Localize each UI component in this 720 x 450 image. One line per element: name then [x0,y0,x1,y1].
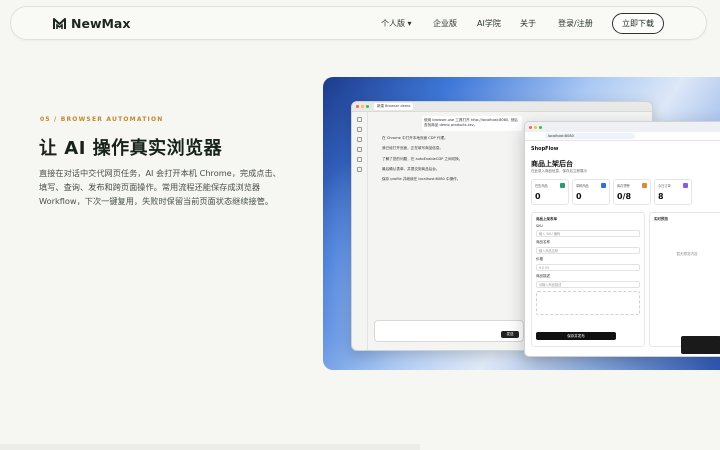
stat-icon [601,183,606,188]
maximize-dot-icon[interactable] [366,105,369,108]
browser-tabbar [525,122,720,132]
field-label: 商品名称 [536,240,550,244]
stat-value: 0 [535,192,541,201]
stat-value: 0 [576,192,582,201]
logo-icon[interactable] [357,117,362,122]
stat-value: 8 [658,192,664,201]
description-input[interactable]: 请输入商品描述 [536,281,640,288]
stat-value: 0/8 [617,192,632,201]
browser-automation-screenshot: 新建 Browser demo 使用 browser-use 工具打开 http… [323,77,720,370]
minimize-dot-icon[interactable] [361,105,364,108]
folder-icon[interactable] [357,137,362,142]
send-button[interactable]: 发送 [501,331,519,338]
page-title: 商品上架后台 [531,160,573,168]
section-eyebrow: 05 / BROWSER AUTOMATION [40,116,164,123]
nav-link-label: 个人版 [381,19,405,28]
nav-link-personal[interactable]: 个人版 ▾ [381,18,433,29]
stat-card: 库存预警 0/8 [613,179,651,205]
window-titlebar: 新建 Browser demo [352,102,652,112]
stats-row: 在售商品 0 草稿商品 0 库存预警 0/8 今日订单 8 [531,179,692,205]
nav-link-academy[interactable]: AI学院 [477,18,520,29]
minimize-dot-icon[interactable] [534,125,537,129]
page-subtitle: 在此录入商品信息，保存后立即展示 [531,169,587,173]
chat-transcript: 使用 browser-use 工具打开 http://localhost:808… [382,116,522,188]
chat-message: 在 Chrome 中打开本地页面 CDP 代理。 [382,135,448,140]
image-upload-area[interactable] [536,291,640,315]
stat-label: 在售商品 [535,184,548,188]
stat-card: 草稿商品 0 [572,179,610,205]
newmax-logo-icon [53,17,66,29]
nav-link-login[interactable]: 登录/注册 [558,18,593,29]
preview-empty-text: 暂无预览内容 [676,252,698,256]
nav-links: 个人版 ▾ 企业版 AI学院 关于 登录/注册 [381,18,593,29]
top-navbar: NewMax 个人版 ▾ 企业版 AI学院 关于 登录/注册 立即下载 [10,6,707,40]
close-dot-icon[interactable] [529,125,532,129]
section-title: 让 AI 操作真实浏览器 [39,138,223,159]
form-title: 商品上架表单 [536,217,557,221]
stat-icon [683,183,688,188]
history-icon[interactable] [357,157,362,162]
status-toast [681,336,720,354]
download-button[interactable]: 立即下载 [612,13,664,34]
live-preview: 实时预览 暂无预览内容 [649,212,720,347]
nav-link-about[interactable]: 关于 [520,18,558,29]
footer-strip [0,444,420,450]
nav-link-enterprise[interactable]: 企业版 [433,18,477,29]
chat-message: 了解了您的问题，在 autoEnableCDP 之间切换。 [382,156,463,161]
stat-label: 库存预警 [617,184,630,188]
browser-window: localhost:8080 ShopFlow 商品上架后台 在此录入商品信息，… [524,121,720,357]
chat-message: 最后确认表单，并提交到商品后台。 [382,167,440,172]
browser-addressbar: localhost:8080 [525,132,720,141]
nav-link-label: 关于 [520,19,536,28]
field-label: 商品描述 [536,274,550,278]
url-input[interactable]: localhost:8080 [545,133,635,139]
settings-icon[interactable] [357,167,362,172]
preview-title: 实时预览 [654,217,668,221]
price-input[interactable]: ¥ 0.00 [536,264,640,271]
chat-composer[interactable]: 发送 [374,320,524,342]
tool-icon[interactable] [357,147,362,152]
brand-name: NewMax [71,16,131,31]
chat-sidebar [352,112,368,350]
stat-card: 今日订单 8 [654,179,692,205]
stat-icon [642,183,647,188]
save-publish-button[interactable]: 保存并发布 [536,332,616,340]
brand-logo[interactable]: NewMax [53,16,130,31]
shop-brand: ShopFlow [531,146,559,152]
section-description: 直接在对话中交代网页任务，AI 会打开本机 Chrome，完成点击、填写、查询、… [39,168,281,206]
stat-card: 在售商品 0 [531,179,569,205]
chat-message: 使用 browser-use 工具打开 http://localhost:808… [422,116,522,131]
nav-link-label: 企业版 [433,19,457,28]
name-input[interactable]: 输入商品名称 [536,247,640,254]
chat-tab[interactable]: 新建 Browser demo [374,103,414,110]
stat-label: 草稿商品 [576,184,589,188]
product-form: 商品上架表单 SKU 输入 SKU 编码 商品名称 输入商品名称 价格 ¥ 0.… [531,212,645,347]
maximize-dot-icon[interactable] [539,125,542,129]
nav-link-label: 登录/注册 [558,19,593,28]
stat-label: 今日订单 [658,184,671,188]
chevron-down-icon: ▾ [407,19,412,28]
stat-icon [560,183,565,188]
sku-input[interactable]: 输入 SKU 编码 [536,230,640,237]
chat-icon[interactable] [357,127,362,132]
chat-message: 我已经打开页面，正在填写商品信息。 [382,146,444,151]
nav-link-label: AI学院 [477,19,501,28]
close-dot-icon[interactable] [356,105,359,108]
field-label: SKU [536,224,543,228]
chat-message: 保存 profile 并继续在 localhost:8080 中操作。 [382,177,461,182]
field-label: 价格 [536,257,543,261]
